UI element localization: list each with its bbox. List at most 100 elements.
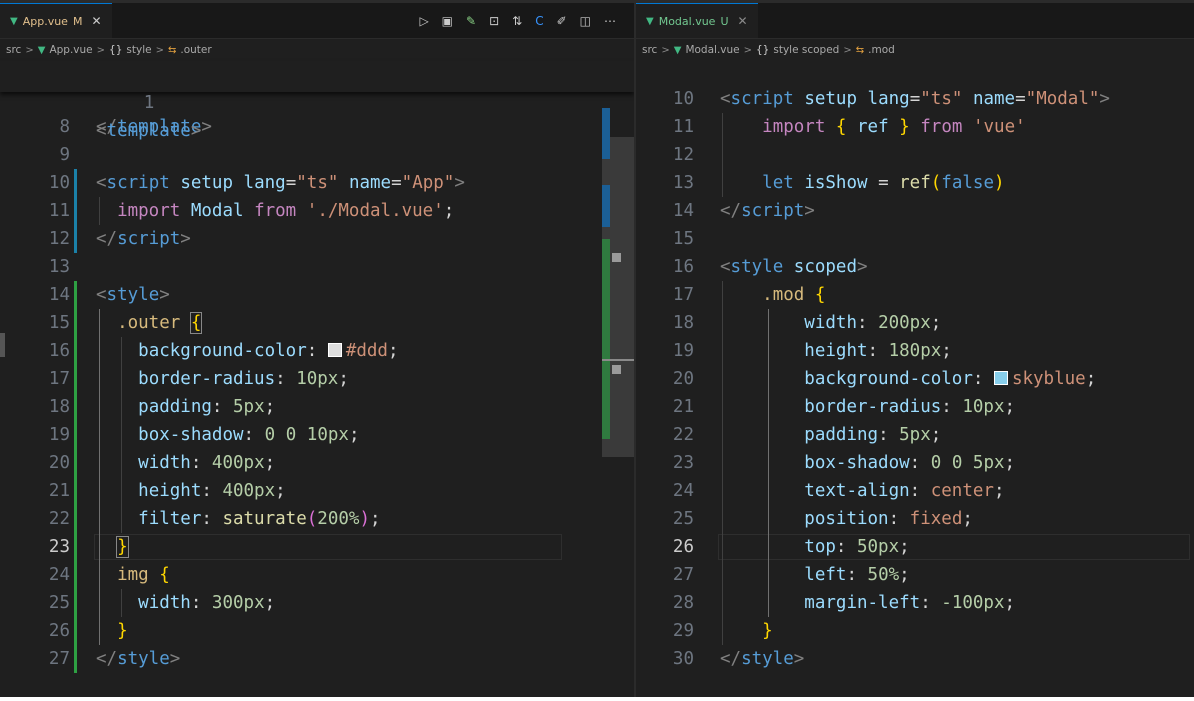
- code-text: border-radius: 10px;: [138, 369, 349, 389]
- code-line[interactable]: 11 import { ref } from 'vue': [636, 113, 1194, 141]
- close-icon[interactable]: ✕: [91, 14, 101, 28]
- git-change-marker[interactable]: [74, 645, 77, 673]
- code-line[interactable]: 15 .outer {: [0, 309, 634, 337]
- git-status-untracked: U: [720, 14, 729, 28]
- tab-app-vue[interactable]: ▼ App.vue M ✕: [0, 3, 112, 38]
- git-change-marker[interactable]: [74, 309, 77, 337]
- git-change-marker[interactable]: [74, 561, 77, 589]
- git-change-marker[interactable]: [74, 421, 77, 449]
- breadcrumb-file[interactable]: App.vue: [49, 44, 92, 56]
- code-text: background-color: #ddd;: [138, 341, 399, 361]
- git-change-marker[interactable]: [74, 281, 77, 309]
- code-line[interactable]: 24 img {: [0, 561, 634, 589]
- breadcrumb-block[interactable]: style scoped: [773, 44, 839, 56]
- code-line[interactable]: 15: [636, 225, 1194, 253]
- code-line[interactable]: 14 <style>: [0, 281, 634, 309]
- code-line[interactable]: 16 <style scoped>: [636, 253, 1194, 281]
- code-line[interactable]: 13 let isShow = ref(false): [636, 169, 1194, 197]
- code-line[interactable]: 19 box-shadow: 0 0 10px;: [0, 421, 634, 449]
- line-number: 14: [672, 201, 694, 221]
- breadcrumb-folder[interactable]: src: [642, 44, 657, 56]
- line-number: 17: [48, 369, 70, 389]
- code-line[interactable]: 27 left: 50%;: [636, 561, 1194, 589]
- sticky-line[interactable]: 1 <template>: [0, 61, 634, 141]
- code-line[interactable]: 21 height: 400px;: [0, 477, 634, 505]
- code-line[interactable]: 12: [636, 141, 1194, 169]
- code-line[interactable]: 10 <script setup lang="ts" name="App">: [0, 169, 634, 197]
- code-line[interactable]: 27 </style>: [0, 645, 634, 673]
- code-line[interactable]: 20 background-color: skyblue;: [636, 365, 1194, 393]
- vue-file-icon: ▼: [646, 15, 654, 27]
- code-line[interactable]: 14 </script>: [636, 197, 1194, 225]
- selector-icon: ⇆: [167, 44, 177, 56]
- code-line[interactable]: 25 position: fixed;: [636, 505, 1194, 533]
- code-line[interactable]: 20 width: 400px;: [0, 449, 634, 477]
- git-change-marker[interactable]: [74, 365, 77, 393]
- resize-handle[interactable]: [0, 333, 5, 357]
- git-change-marker[interactable]: [74, 533, 77, 561]
- git-change-marker[interactable]: [74, 505, 77, 533]
- color-swatch[interactable]: [327, 343, 342, 357]
- code-text: let isShow = ref(false): [762, 173, 1005, 193]
- code-line[interactable]: 25 width: 300px;: [0, 589, 634, 617]
- git-change-marker[interactable]: [74, 589, 77, 617]
- refresh-icon[interactable]: C: [535, 14, 543, 28]
- more-actions-icon[interactable]: ⋯: [604, 14, 616, 28]
- code-line[interactable]: 23 }: [0, 533, 634, 561]
- close-icon[interactable]: ✕: [738, 14, 748, 28]
- code-line[interactable]: 17 border-radius: 10px;: [0, 365, 634, 393]
- code-text: background-color: skyblue;: [804, 369, 1097, 389]
- git-change-marker[interactable]: [74, 393, 77, 421]
- code-line[interactable]: 12 </script>: [0, 225, 634, 253]
- code-editor-left[interactable]: 8 </template> 9 10 <script setup lang="ts" n…: [0, 63, 634, 697]
- sticky-scroll[interactable]: 1 <template>: [0, 61, 634, 141]
- breadcrumb-folder[interactable]: src: [6, 44, 21, 56]
- git-change-marker[interactable]: [74, 449, 77, 477]
- git-change-marker[interactable]: [74, 169, 77, 197]
- code-line[interactable]: 24 text-align: center;: [636, 477, 1194, 505]
- split-editor-icon[interactable]: ◫: [580, 14, 591, 28]
- git-change-marker[interactable]: [74, 477, 77, 505]
- code-line[interactable]: 16 background-color: #ddd;: [0, 337, 634, 365]
- code-line[interactable]: 22 padding: 5px;: [636, 421, 1194, 449]
- color-swatch[interactable]: [993, 371, 1008, 385]
- pencil-icon[interactable]: ✐: [557, 14, 567, 28]
- code-line[interactable]: 23 box-shadow: 0 0 5px;: [636, 449, 1194, 477]
- code-line[interactable]: 17 .mod {: [636, 281, 1194, 309]
- code-line[interactable]: 11 import Modal from './Modal.vue';: [0, 197, 634, 225]
- code-text: left: 50%;: [804, 565, 910, 585]
- code-line[interactable]: 22 filter: saturate(200%);: [0, 505, 634, 533]
- git-change-marker[interactable]: [74, 617, 77, 645]
- code-line[interactable]: 21 border-radius: 10px;: [636, 393, 1194, 421]
- compare-icon[interactable]: ⇅: [512, 14, 522, 28]
- code-line[interactable]: 19 height: 180px;: [636, 337, 1194, 365]
- vue-file-icon: ▼: [673, 44, 682, 56]
- code-line[interactable]: 26 top: 50px;: [636, 533, 1194, 561]
- line-number: 29: [672, 621, 694, 641]
- source-icon[interactable]: ⊡: [489, 14, 499, 28]
- code-editor-right[interactable]: 10 <script setup lang="ts" name="Modal"> 1…: [636, 63, 1194, 697]
- edit-note-icon[interactable]: ✎: [466, 14, 476, 28]
- git-change-marker[interactable]: [74, 337, 77, 365]
- code-line[interactable]: 28 margin-left: -100px;: [636, 589, 1194, 617]
- code-line[interactable]: 26 }: [0, 617, 634, 645]
- open-preview-icon[interactable]: ▣: [442, 14, 453, 28]
- code-line[interactable]: 9: [0, 141, 634, 169]
- run-icon[interactable]: ▷: [419, 14, 428, 28]
- code-line[interactable]: 29 }: [636, 617, 1194, 645]
- code-line[interactable]: 18 padding: 5px;: [0, 393, 634, 421]
- breadcrumb-file[interactable]: Modal.vue: [685, 44, 739, 56]
- scrollbar[interactable]: [602, 63, 634, 697]
- breadcrumb-block[interactable]: style: [126, 44, 151, 56]
- indent-guide: [121, 589, 122, 617]
- tab-modal-vue[interactable]: ▼ Modal.vue U ✕: [636, 3, 758, 38]
- code-line[interactable]: 13: [0, 253, 634, 281]
- line-number: 23: [48, 537, 70, 557]
- code-line[interactable]: 18 width: 200px;: [636, 309, 1194, 337]
- code-line[interactable]: 10 <script setup lang="ts" name="Modal">: [636, 85, 1194, 113]
- git-change-marker[interactable]: [74, 197, 77, 225]
- git-change-marker[interactable]: [74, 225, 77, 253]
- code-line[interactable]: 30 </style>: [636, 645, 1194, 673]
- breadcrumb-selector[interactable]: .outer: [180, 44, 211, 56]
- breadcrumb-selector[interactable]: .mod: [868, 44, 895, 56]
